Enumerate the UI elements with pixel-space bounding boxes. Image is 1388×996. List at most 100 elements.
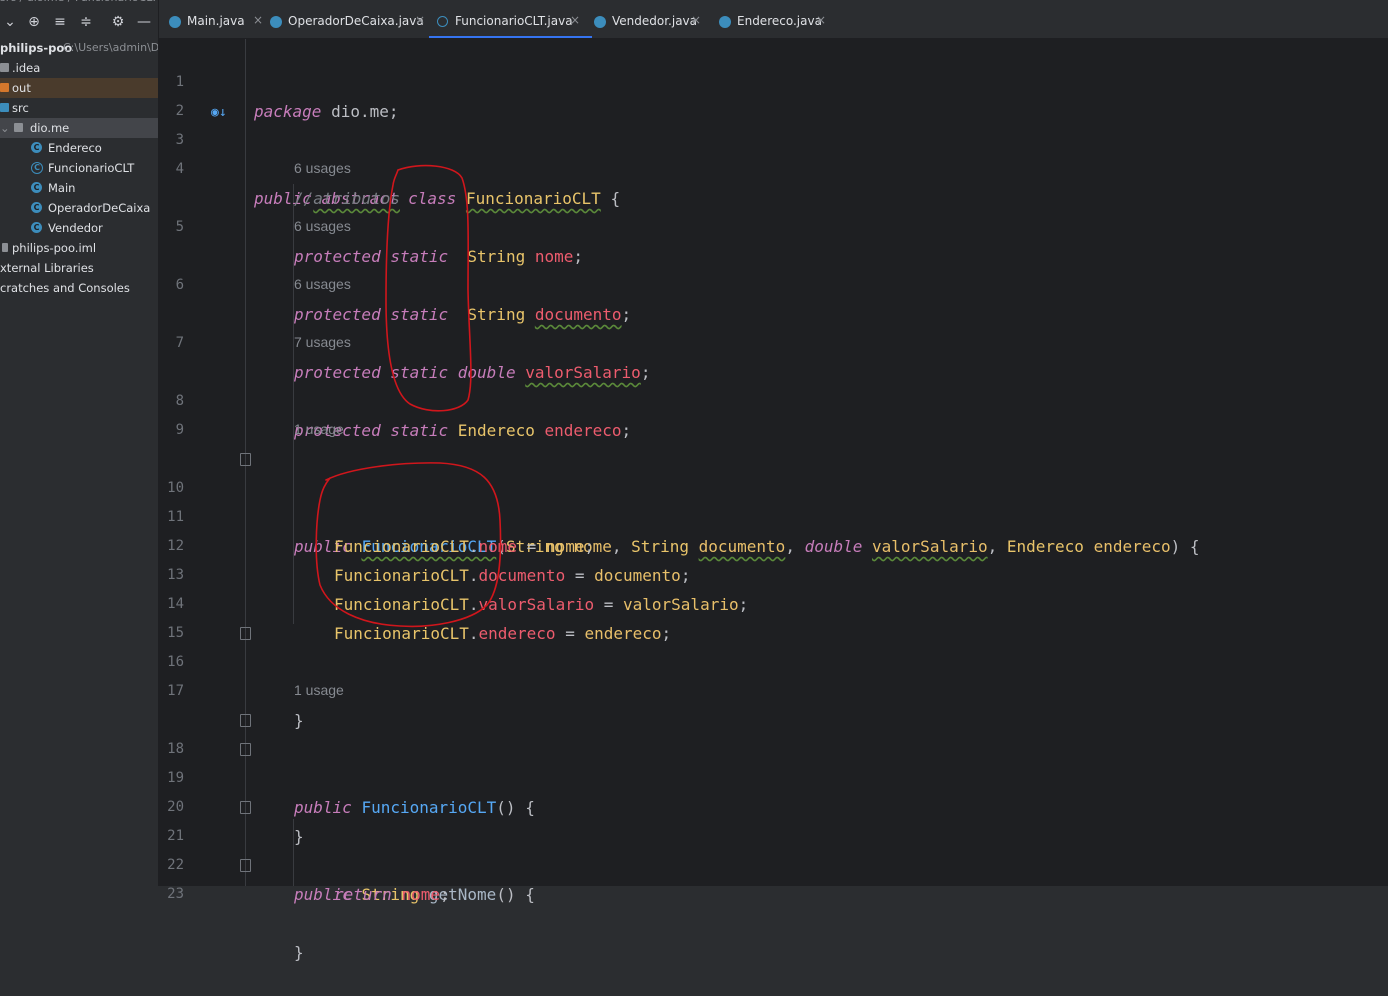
main-class-icon: C [31,182,42,193]
line-number: 6 [175,277,184,293]
tree-item-label: .idea [12,61,41,75]
usages-hint[interactable]: 1 usage [294,682,344,698]
tree-item-main[interactable]: C Main [0,178,158,198]
implemented-by-icon[interactable]: ◉↓ [211,98,227,127]
tree-item-operadordecaixa[interactable]: C OperadorDeCaixa [0,198,158,218]
class-icon: C [31,202,42,213]
usages-hint[interactable]: 7 usages [294,334,351,350]
usages-hint[interactable]: 6 usages [294,160,351,176]
tree-item-scratches[interactable]: cratches and Consoles [0,278,158,298]
keyword: return [334,885,392,904]
code-line-22[interactable]: 22 return nome; [159,822,1388,904]
tab-endereco[interactable]: Endereco.java × [719,10,834,38]
code-line-16[interactable]: 16 } [159,619,1388,730]
tab-vendedor[interactable]: Vendedor.java × [594,10,709,38]
code-line-14[interactable]: 14 FuncionarioCLT.endereco = endereco; [159,561,1388,643]
code-line-6[interactable]: 6 protected static String documento; [159,242,1388,324]
class-icon: C [31,222,42,233]
keyword: static [390,421,449,440]
code-line-2[interactable]: 2 [159,68,1388,119]
line-number: 17 [167,683,184,699]
tree-item-label: Vendedor [48,221,103,235]
editor-tabs: Main.java × OperadorDeCaixa.java × Funci… [159,0,1388,39]
code-line-1[interactable]: 1 package dio.me; [159,39,1388,121]
type-name: Endereco [457,421,535,440]
fold-icon[interactable] [240,714,251,727]
package-icon [14,123,23,132]
code-line-7[interactable]: 7 protected static double valorSalario; [159,300,1388,382]
locate-icon[interactable]: ⊕ [26,14,42,30]
code-line-18[interactable]: 18 public FuncionarioCLT() { [159,706,1388,817]
tree-item-out[interactable]: out [0,78,158,98]
code-line-17[interactable]: 17 [159,648,1388,699]
close-icon[interactable]: × [691,13,701,27]
code-line-4[interactable]: 4 //atributos [159,126,1388,208]
tree-item-dio-me[interactable]: ⌄ dio.me [0,118,158,138]
field-name: endereco [544,421,622,440]
fold-icon[interactable] [240,453,251,466]
close-icon[interactable]: × [253,13,263,27]
tab-label: Main.java [187,14,245,28]
gear-icon[interactable]: ⚙ [110,14,126,30]
line-number: 7 [175,335,184,351]
tree-item-label: OperadorDeCaixa [48,201,151,215]
chevron-down-icon[interactable]: ⌄ [0,118,10,138]
code-line-10[interactable]: 10 public FuncionarioCLT(String nome, St… [159,445,1388,556]
tab-operadordecaixa[interactable]: OperadorDeCaixa.java × [270,10,430,38]
class-icon [719,16,731,28]
code-line-21[interactable]: 21 public String getNome() { [159,793,1388,904]
sidebar-toolbar: ⌄ ⊕ ≡ ≑ ⚙ — [0,12,158,36]
project-path: C:\Users\admin\De [63,41,158,54]
code-line-13[interactable]: 13 FuncionarioCLT.valorSalario = valorSa… [159,532,1388,614]
tree-item-funcionarioclt[interactable]: C FuncionarioCLT [0,158,158,178]
close-icon[interactable]: × [570,13,580,27]
close-icon[interactable]: × [816,13,826,27]
tree-item-src[interactable]: src [0,98,158,118]
code-editor[interactable]: 1 package dio.me; 2 3 ◉↓ public abstract… [159,39,1388,962]
line-number: 4 [175,161,184,177]
usages-hint[interactable]: 6 usages [294,276,351,292]
code-line-19[interactable]: 19 } [159,735,1388,846]
code-line-9[interactable]: 9 [159,387,1388,438]
line-number: 5 [175,219,184,235]
code-line-8[interactable]: 8 protected static Endereco endereco; [159,358,1388,440]
code-text: } [294,943,304,962]
fold-icon[interactable] [240,627,251,640]
tree-item-iml[interactable]: philips-poo.iml [0,238,158,258]
tab-funcionarioclt[interactable]: FuncionarioCLT.java × [429,10,592,38]
abstract-class-icon: C [31,162,43,174]
tree-item-label: philips-poo.iml [12,241,97,255]
tree-item-external-libraries[interactable]: xternal Libraries [0,258,158,278]
fold-icon[interactable] [240,859,251,872]
folder-icon [0,63,9,72]
tab-label: Vendedor.java [612,14,698,28]
tree-item-label: cratches and Consoles [0,281,130,295]
code-line-12[interactable]: 12 FuncionarioCLT.documento = documento; [159,503,1388,585]
tab-label: FuncionarioCLT.java [455,14,573,28]
fold-icon[interactable] [240,801,251,814]
usages-hint[interactable]: 1 usage [294,421,344,437]
expand-all-icon[interactable]: ≡ [52,14,68,30]
class-icon: C [31,142,42,153]
tree-item-label: Main [48,181,76,195]
code-line-3[interactable]: 3 ◉↓ public abstract class FuncionarioCL… [159,97,1388,208]
code-text: ; [439,885,450,904]
project-sidebar: src / dio.me / FuncionarioCLT / testing … [0,0,159,886]
minimize-icon[interactable]: — [136,14,152,30]
close-icon[interactable]: × [415,13,425,27]
tree-item-label: Endereco [48,141,102,155]
code-line-20[interactable]: 20 [159,764,1388,815]
code-line-23[interactable]: 23 } [159,851,1388,962]
collapse-all-icon[interactable]: ≑ [78,14,94,30]
dropdown-icon[interactable]: ⌄ [2,14,18,30]
code-line-15[interactable]: 15 [159,590,1388,641]
tree-item-endereco[interactable]: C Endereco [0,138,158,158]
tree-item-idea[interactable]: .idea [0,58,158,78]
usages-hint[interactable]: 6 usages [294,218,351,234]
tree-item-vendedor[interactable]: C Vendedor [0,218,158,238]
code-line-5[interactable]: 5 protected static String nome; [159,184,1388,266]
code-line-11[interactable]: 11 FuncionarioCLT.nome = nome; [159,474,1388,556]
fold-icon[interactable] [240,743,251,756]
tree-item-project-root[interactable]: philips-poo C:\Users\admin\De [0,38,158,58]
tab-main[interactable]: Main.java × [169,10,269,38]
